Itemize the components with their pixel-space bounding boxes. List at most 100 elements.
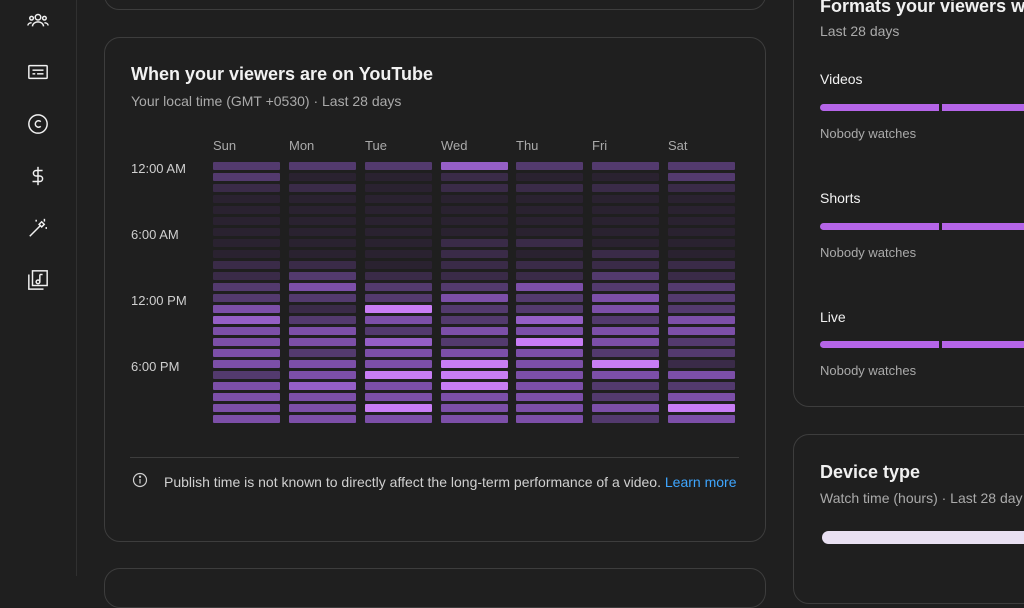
heatmap-cell[interactable] (516, 184, 583, 192)
heatmap-cell[interactable] (668, 415, 735, 423)
heatmap-cell[interactable] (668, 382, 735, 390)
heatmap-cell[interactable] (592, 371, 659, 379)
heatmap-cell[interactable] (668, 217, 735, 225)
heatmap-cell[interactable] (365, 184, 432, 192)
heatmap-cell[interactable] (516, 195, 583, 203)
heatmap-cell[interactable] (365, 305, 432, 313)
heatmap-cell[interactable] (289, 294, 356, 302)
heatmap-cell[interactable] (516, 228, 583, 236)
heatmap-cell[interactable] (289, 360, 356, 368)
heatmap-cell[interactable] (365, 228, 432, 236)
heatmap-cell[interactable] (516, 415, 583, 423)
heatmap-cell[interactable] (668, 338, 735, 346)
heatmap-cell[interactable] (592, 239, 659, 247)
heatmap-cell[interactable] (592, 415, 659, 423)
heatmap-cell[interactable] (365, 393, 432, 401)
heatmap-cell[interactable] (516, 239, 583, 247)
heatmap-cell[interactable] (668, 327, 735, 335)
heatmap-cell[interactable] (365, 239, 432, 247)
heatmap-cell[interactable] (213, 173, 280, 181)
heatmap-cell[interactable] (592, 162, 659, 170)
heatmap-cell[interactable] (365, 316, 432, 324)
heatmap-cell[interactable] (289, 195, 356, 203)
heatmap-cell[interactable] (516, 404, 583, 412)
heatmap-cell[interactable] (365, 272, 432, 280)
heatmap-cell[interactable] (441, 184, 508, 192)
heatmap-cell[interactable] (516, 305, 583, 313)
heatmap-cell[interactable] (668, 195, 735, 203)
heatmap-cell[interactable] (668, 272, 735, 280)
heatmap-cell[interactable] (365, 217, 432, 225)
heatmap-cell[interactable] (213, 305, 280, 313)
heatmap-cell[interactable] (592, 294, 659, 302)
audio-library-icon[interactable] (26, 268, 50, 292)
heatmap-cell[interactable] (592, 393, 659, 401)
heatmap-cell[interactable] (592, 272, 659, 280)
heatmap-cell[interactable] (213, 415, 280, 423)
heatmap-cell[interactable] (213, 338, 280, 346)
heatmap-cell[interactable] (213, 239, 280, 247)
heatmap-cell[interactable] (365, 195, 432, 203)
heatmap-cell[interactable] (213, 327, 280, 335)
heatmap-cell[interactable] (289, 184, 356, 192)
heatmap-cell[interactable] (441, 173, 508, 181)
heatmap-cell[interactable] (441, 349, 508, 357)
heatmap-cell[interactable] (668, 393, 735, 401)
heatmap-cell[interactable] (441, 217, 508, 225)
heatmap-cell[interactable] (441, 162, 508, 170)
heatmap-cell[interactable] (516, 261, 583, 269)
heatmap-cell[interactable] (213, 393, 280, 401)
heatmap-cell[interactable] (516, 250, 583, 258)
heatmap-cell[interactable] (365, 261, 432, 269)
heatmap-cell[interactable] (365, 371, 432, 379)
heatmap-cell[interactable] (213, 294, 280, 302)
heatmap-cell[interactable] (441, 261, 508, 269)
heatmap-cell[interactable] (441, 206, 508, 214)
heatmap-cell[interactable] (516, 173, 583, 181)
heatmap-cell[interactable] (289, 316, 356, 324)
heatmap-cell[interactable] (365, 338, 432, 346)
heatmap-cell[interactable] (668, 206, 735, 214)
heatmap-cell[interactable] (592, 250, 659, 258)
heatmap-cell[interactable] (365, 283, 432, 291)
heatmap-cell[interactable] (289, 206, 356, 214)
heatmap-cell[interactable] (516, 272, 583, 280)
heatmap-cell[interactable] (441, 316, 508, 324)
heatmap-cell[interactable] (289, 228, 356, 236)
heatmap-cell[interactable] (213, 195, 280, 203)
heatmap-cell[interactable] (516, 206, 583, 214)
heatmap-cell[interactable] (441, 382, 508, 390)
heatmap-cell[interactable] (668, 349, 735, 357)
heatmap-cell[interactable] (516, 316, 583, 324)
heatmap-cell[interactable] (289, 349, 356, 357)
heatmap-cell[interactable] (365, 415, 432, 423)
copyright-icon[interactable] (26, 112, 50, 136)
heatmap-cell[interactable] (289, 371, 356, 379)
heatmap-cell[interactable] (592, 360, 659, 368)
heatmap-cell[interactable] (213, 228, 280, 236)
heatmap-cell[interactable] (365, 250, 432, 258)
heatmap-cell[interactable] (441, 338, 508, 346)
heatmap-cell[interactable] (441, 327, 508, 335)
heatmap-cell[interactable] (289, 261, 356, 269)
heatmap-cell[interactable] (289, 250, 356, 258)
heatmap-cell[interactable] (289, 162, 356, 170)
heatmap-cell[interactable] (592, 404, 659, 412)
heatmap-cell[interactable] (516, 371, 583, 379)
heatmap-cell[interactable] (592, 316, 659, 324)
heatmap-cell[interactable] (441, 404, 508, 412)
heatmap-cell[interactable] (592, 349, 659, 357)
heatmap-cell[interactable] (289, 272, 356, 280)
heatmap-cell[interactable] (289, 393, 356, 401)
customization-icon[interactable] (26, 216, 50, 240)
heatmap-cell[interactable] (516, 162, 583, 170)
heatmap-cell[interactable] (289, 305, 356, 313)
heatmap-cell[interactable] (592, 327, 659, 335)
audience-icon[interactable] (26, 8, 50, 32)
heatmap-cell[interactable] (516, 360, 583, 368)
heatmap-cell[interactable] (441, 239, 508, 247)
heatmap-cell[interactable] (441, 305, 508, 313)
heatmap-cell[interactable] (365, 349, 432, 357)
heatmap-cell[interactable] (289, 404, 356, 412)
heatmap-cell[interactable] (592, 184, 659, 192)
